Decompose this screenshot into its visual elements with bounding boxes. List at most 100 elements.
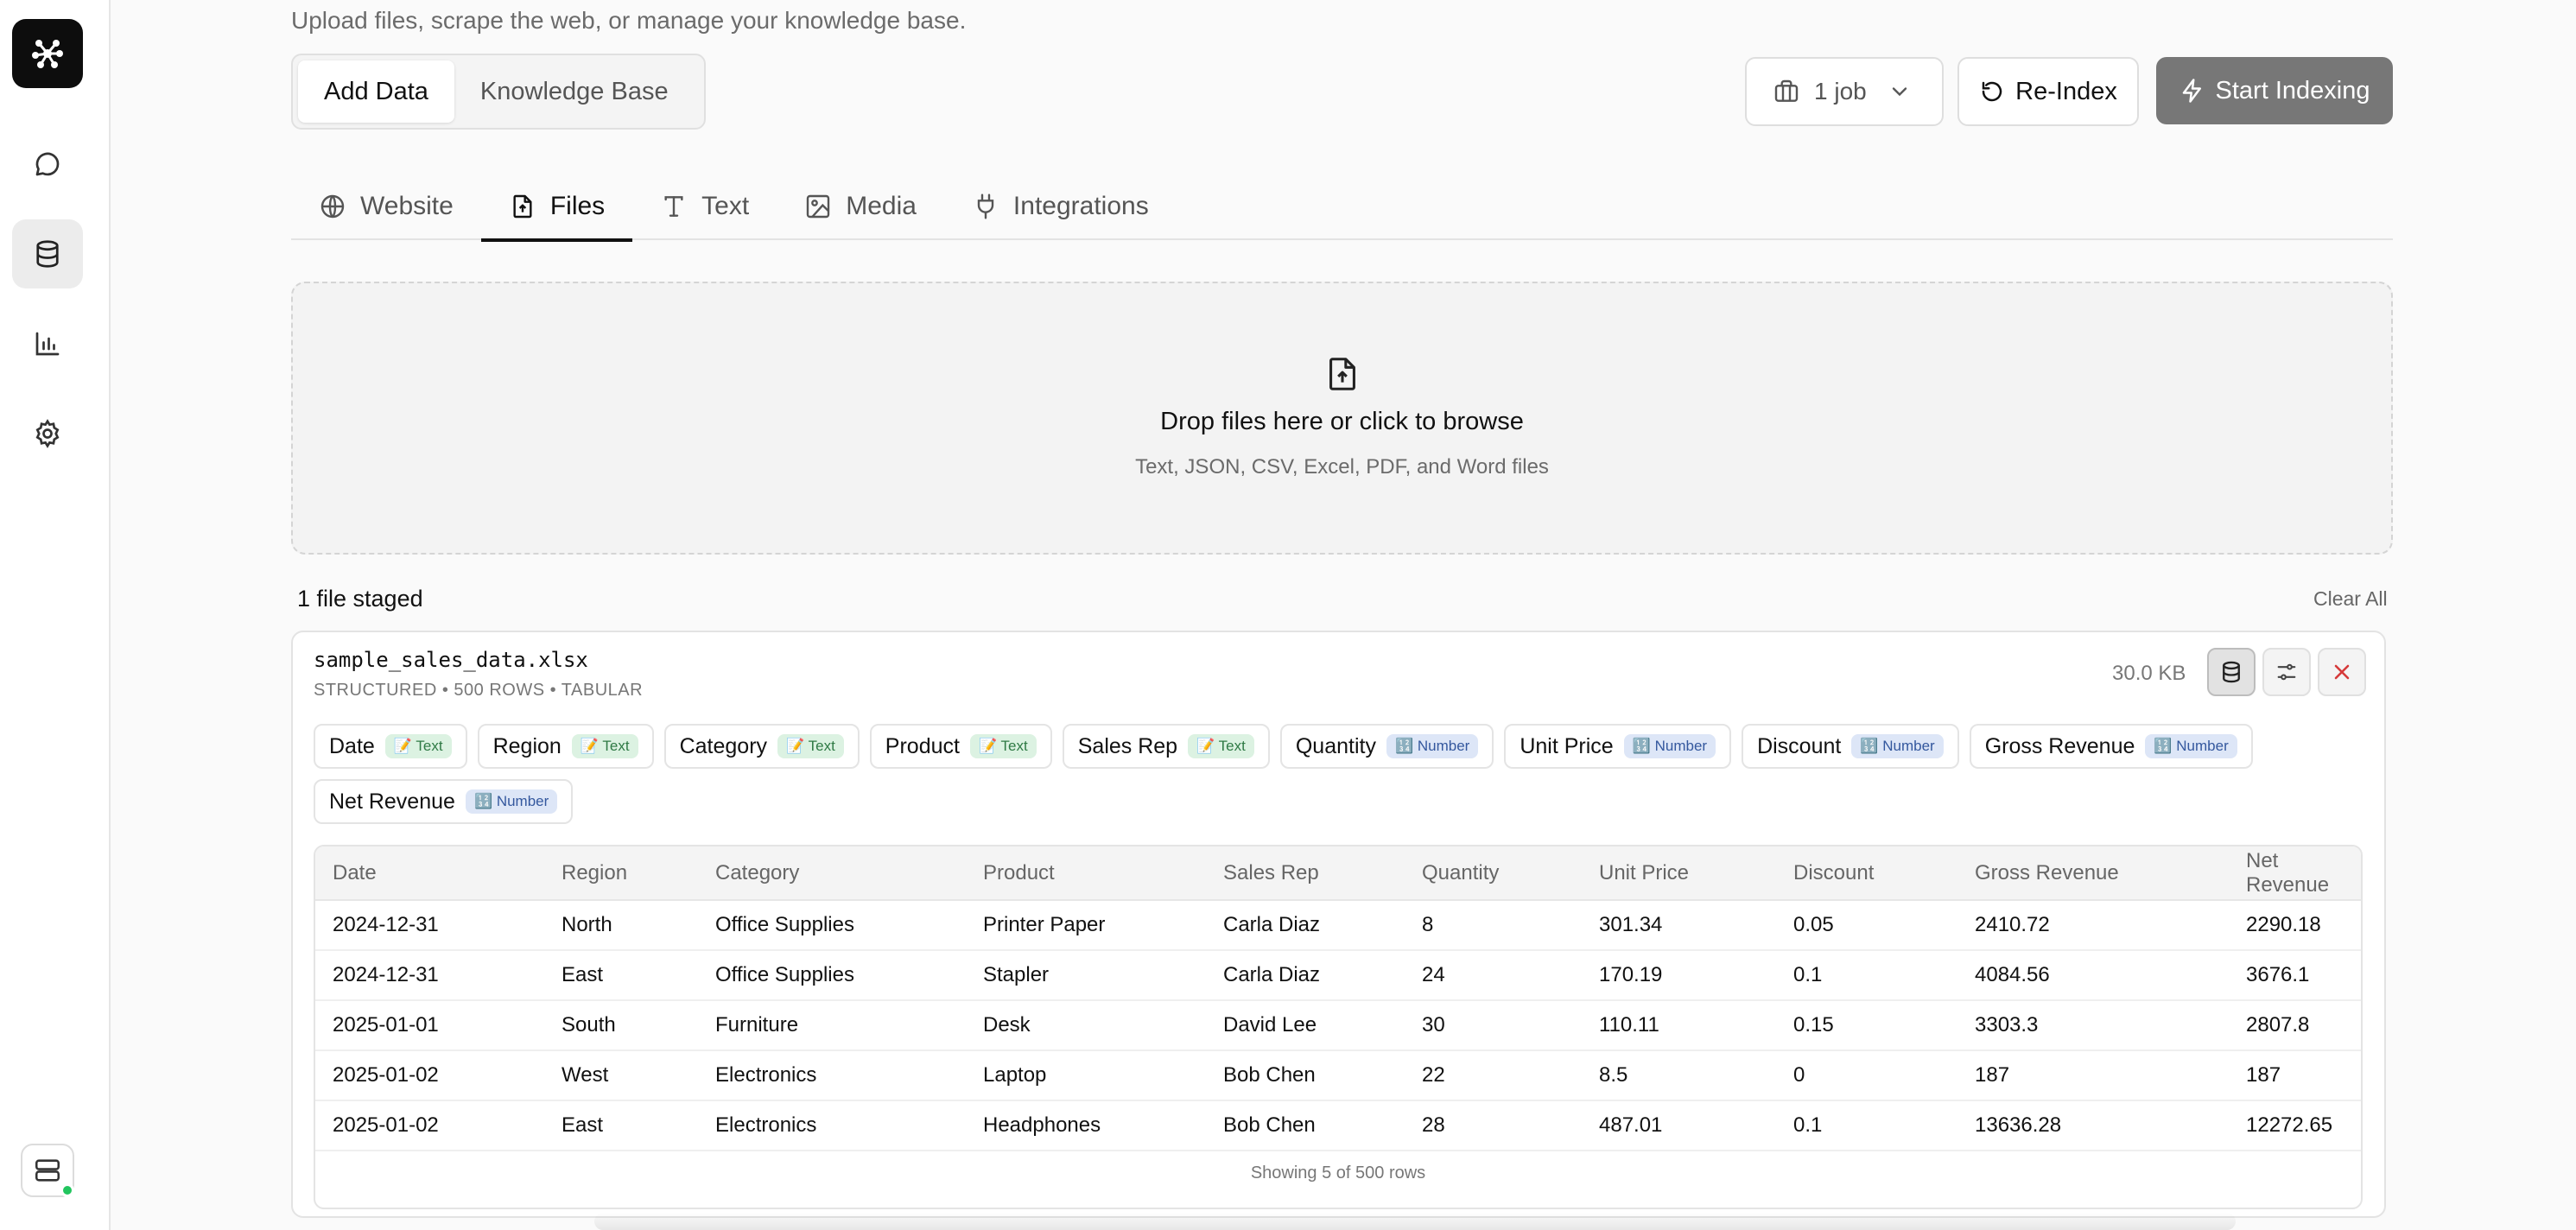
refresh-icon	[1982, 81, 2002, 102]
nav-settings[interactable]	[12, 399, 83, 468]
lightning-icon	[2182, 79, 2201, 103]
column-chip: Product 📝 Text	[869, 724, 1052, 769]
file-settings-button[interactable]	[2262, 648, 2311, 696]
column-header[interactable]: Gross Revenue	[1957, 846, 2229, 901]
table-cell: 2807.8	[2229, 1000, 2361, 1051]
table-cell: 28	[1405, 1100, 1582, 1151]
column-type-badge: 🔢 Number	[1623, 734, 1716, 758]
table-cell: 2024-12-31	[315, 950, 544, 1001]
table-cell: 0	[1776, 1050, 1957, 1101]
column-chip-name: Region	[492, 733, 562, 758]
bar-chart-icon	[35, 332, 60, 356]
segment-add-data[interactable]: Add Data	[298, 60, 454, 123]
column-header[interactable]: Quantity	[1405, 846, 1582, 901]
table-cell: Office Supplies	[698, 950, 966, 1001]
file-upload-icon	[513, 194, 532, 219]
structured-mode-button[interactable]	[2207, 648, 2256, 696]
reindex-button[interactable]: Re-Index	[1957, 57, 2139, 126]
table-cell: East	[544, 950, 698, 1001]
chat-bubble-icon	[35, 152, 60, 176]
table-row: 2025-01-01 South Furniture Desk David Lee 30 1…	[315, 1000, 2361, 1051]
column-header[interactable]: Product	[966, 846, 1206, 901]
table-cell: 170.19	[1582, 950, 1776, 1001]
column-chip: Quantity 🔢 Number	[1279, 724, 1494, 769]
data-preview: Date Region Category Product Sales Rep Quanti…	[314, 845, 2363, 1209]
file-dropzone[interactable]: Drop files here or click to browse Text,…	[291, 282, 2393, 555]
start-indexing-button[interactable]: Start Indexing	[2156, 57, 2393, 124]
tab-integrations[interactable]: Integrations	[944, 173, 1177, 240]
table-cell: 8	[1405, 900, 1582, 951]
column-chip: Category 📝 Text	[663, 724, 860, 769]
tab-website[interactable]: Website	[291, 173, 481, 240]
main-content: Upload files, scrape the web, or manage …	[111, 0, 2576, 1230]
column-header[interactable]: Discount	[1776, 846, 1957, 901]
table-cell: 187	[1957, 1050, 2229, 1101]
table-cell: 30	[1405, 1000, 1582, 1051]
column-type-badge: 🔢 Number	[1386, 734, 1479, 758]
column-chip: Date 📝 Text	[314, 724, 467, 769]
table-cell: 2025-01-02	[315, 1050, 544, 1101]
remove-file-button[interactable]	[2318, 648, 2366, 696]
plug-icon	[977, 193, 994, 219]
table-cell: 0.1	[1776, 950, 1957, 1001]
column-chip: Gross Revenue 🔢 Number	[1969, 724, 2253, 769]
table-row: 2024-12-31 East Office Supplies Stapler Carl…	[315, 950, 2361, 1001]
tab-website-label: Website	[360, 192, 454, 220]
column-header[interactable]: Sales Rep	[1206, 846, 1405, 901]
gear-icon	[35, 419, 60, 448]
globe-icon	[320, 194, 345, 219]
column-type-badge: 🔢 Number	[2145, 734, 2237, 758]
table-row: 2025-01-02 West Electronics Laptop Bob Chen 2…	[315, 1050, 2361, 1101]
table-cell: Carla Diaz	[1206, 900, 1405, 951]
table-cell: 2024-12-31	[315, 900, 544, 951]
clear-all-link[interactable]: Clear All	[2313, 587, 2388, 611]
nav-data[interactable]	[12, 219, 83, 288]
tab-integrations-label: Integrations	[1012, 192, 1149, 220]
column-header[interactable]: Net Revenue	[2229, 846, 2361, 901]
column-type-badge: 🔢 Number	[465, 789, 558, 814]
close-icon	[2334, 664, 2350, 680]
tab-files-label: Files	[549, 192, 606, 220]
table-cell: Electronics	[698, 1050, 966, 1101]
column-type-badge: 📝 Text	[1188, 734, 1254, 758]
jobs-dropdown[interactable]: 1 job	[1745, 57, 1944, 126]
dropzone-title: Drop files here or click to browse	[1160, 408, 1524, 435]
nav-analytics[interactable]	[12, 309, 83, 378]
tab-media[interactable]: Media	[777, 173, 944, 240]
source-tabs: Website Files Text Media Integrations	[291, 173, 2393, 242]
database-icon	[36, 240, 59, 268]
column-chip: Region 📝 Text	[477, 724, 654, 769]
online-status-dot	[60, 1183, 74, 1197]
table-cell: 2410.72	[1957, 900, 2229, 951]
table-cell: 2025-01-02	[315, 1100, 544, 1151]
column-header[interactable]: Region	[544, 846, 698, 901]
column-header[interactable]: Date	[315, 846, 544, 901]
table-cell: 110.11	[1582, 1000, 1776, 1051]
table-cell: Printer Paper	[966, 900, 1206, 951]
nav-chat[interactable]	[12, 130, 83, 199]
page-subtitle: Upload files, scrape the web, or manage …	[291, 7, 967, 34]
column-header[interactable]: Unit Price	[1582, 846, 1776, 901]
tab-files[interactable]: Files	[480, 173, 633, 242]
column-chip-name: Gross Revenue	[1984, 733, 2135, 758]
reindex-label: Re-Index	[2015, 77, 2117, 105]
app-logo[interactable]	[12, 19, 83, 88]
column-chip-name: Product	[885, 733, 960, 758]
staged-count: 1 file staged	[297, 586, 423, 612]
database-icon	[2223, 661, 2240, 683]
tab-text[interactable]: Text	[632, 173, 777, 240]
server-icon	[35, 1159, 60, 1182]
table-cell: 22	[1405, 1050, 1582, 1101]
table-cell: Furniture	[698, 1000, 966, 1051]
column-header[interactable]: Category	[698, 846, 966, 901]
preview-table: Date Region Category Product Sales Rep Quanti…	[315, 846, 2361, 1151]
table-cell: 12272.65	[2229, 1100, 2361, 1151]
table-cell: 187	[2229, 1050, 2361, 1101]
column-chip-name: Unit Price	[1520, 733, 1614, 758]
column-chip-name: Discount	[1757, 733, 1842, 758]
table-cell: Headphones	[966, 1100, 1206, 1151]
table-cell: North	[544, 900, 698, 951]
column-chip: Sales Rep 📝 Text	[1062, 724, 1270, 769]
table-cell: 3676.1	[2229, 950, 2361, 1001]
segment-knowledge-base[interactable]: Knowledge Base	[454, 60, 695, 123]
